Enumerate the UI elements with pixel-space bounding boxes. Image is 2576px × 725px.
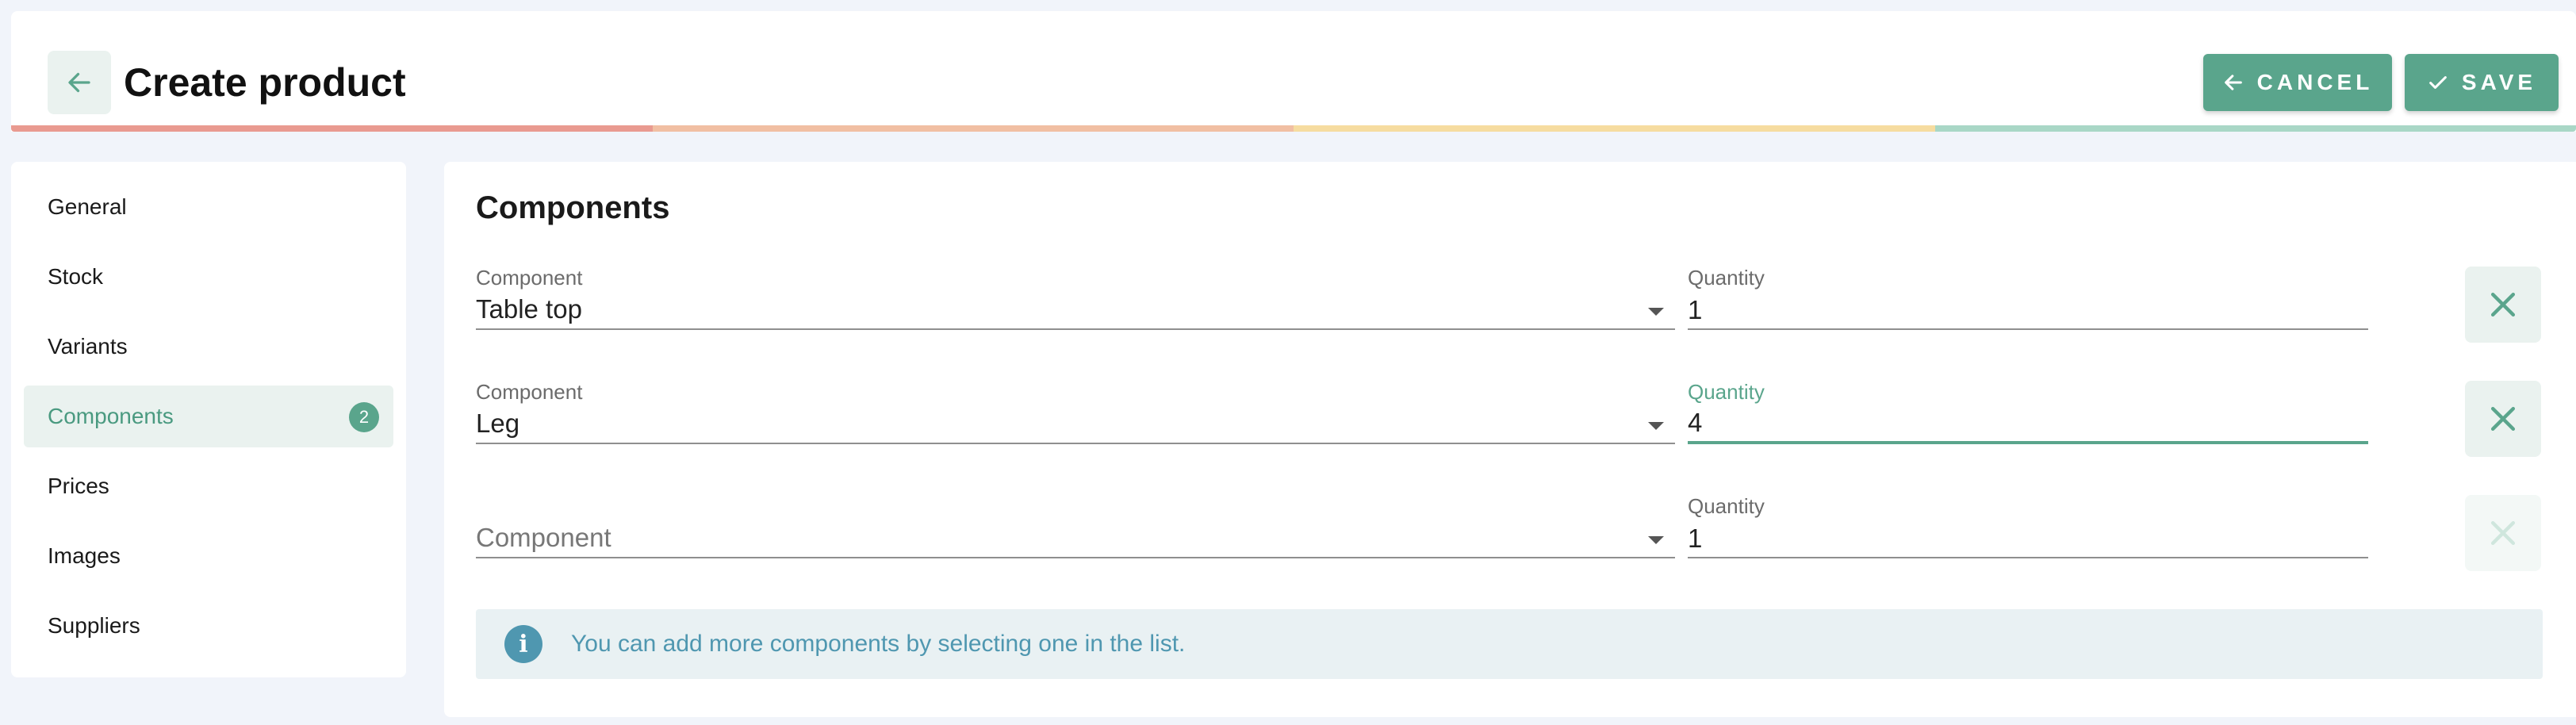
caret-down-icon bbox=[1648, 308, 1664, 316]
info-message: i You can add more components by selecti… bbox=[476, 609, 2543, 679]
component-label: Component bbox=[476, 380, 583, 404]
info-text: You can add more components by selecting… bbox=[571, 631, 1186, 657]
progress-segment bbox=[11, 125, 653, 132]
page-title: Create product bbox=[124, 60, 406, 105]
cancel-button[interactable]: CANCEL bbox=[2203, 54, 2392, 111]
info-icon: i bbox=[504, 625, 542, 663]
check-icon bbox=[2429, 76, 2447, 89]
save-button[interactable]: SAVE bbox=[2405, 54, 2559, 111]
back-button[interactable] bbox=[48, 51, 111, 114]
sidebar-item-label: Stock bbox=[48, 264, 104, 289]
arrow-left-icon bbox=[2224, 75, 2242, 90]
progress-segment bbox=[1934, 125, 2576, 132]
remove-component-button[interactable] bbox=[2465, 495, 2541, 571]
component-placeholder: Component bbox=[476, 523, 611, 552]
close-icon bbox=[2490, 520, 2516, 546]
close-icon bbox=[2490, 292, 2516, 317]
sidebar-item-images[interactable]: Images bbox=[24, 525, 393, 587]
arrow-left-icon bbox=[68, 72, 90, 93]
caret-down-icon bbox=[1648, 422, 1664, 430]
quantity-input[interactable] bbox=[1688, 292, 2368, 330]
cancel-button-label: CANCEL bbox=[2256, 70, 2374, 94]
component-label: Component bbox=[476, 266, 583, 290]
sidebar-item-stock[interactable]: Stock bbox=[24, 246, 393, 308]
quantity-label: Quantity bbox=[1688, 380, 1765, 404]
quantity-input[interactable] bbox=[1688, 520, 2368, 558]
sidebar: General Stock Variants Components 2 Pric… bbox=[11, 162, 406, 677]
quantity-input[interactable] bbox=[1688, 405, 2368, 444]
sidebar-item-prices[interactable]: Prices bbox=[24, 455, 393, 517]
progress-bar bbox=[11, 125, 2576, 132]
count-badge: 2 bbox=[349, 402, 379, 432]
sidebar-item-label: Prices bbox=[48, 474, 109, 498]
component-select[interactable]: Component bbox=[476, 519, 1675, 558]
sidebar-item-general[interactable]: General bbox=[24, 176, 393, 238]
sidebar-item-label: General bbox=[48, 194, 127, 219]
sidebar-item-label: Variants bbox=[48, 334, 128, 359]
remove-component-button[interactable] bbox=[2465, 381, 2541, 457]
component-select[interactable]: Table top bbox=[476, 290, 1675, 330]
sidebar-item-label: Components bbox=[48, 404, 174, 428]
progress-segment bbox=[1294, 125, 1935, 132]
sidebar-item-components[interactable]: Components 2 bbox=[24, 386, 393, 447]
sidebar-item-variants[interactable]: Variants bbox=[24, 316, 393, 378]
components-panel: Components Component Table top Quantity … bbox=[444, 162, 2576, 717]
progress-segment bbox=[652, 125, 1294, 132]
sidebar-item-label: Images bbox=[48, 543, 121, 568]
component-select[interactable]: Leg bbox=[476, 405, 1675, 444]
page-header: Create product CANCEL SAVE bbox=[11, 11, 2576, 132]
close-icon bbox=[2490, 406, 2516, 432]
component-value: Table top bbox=[476, 294, 582, 324]
sidebar-item-label: Suppliers bbox=[48, 613, 140, 638]
caret-down-icon bbox=[1648, 536, 1664, 544]
component-value: Leg bbox=[476, 409, 520, 438]
quantity-label: Quantity bbox=[1688, 494, 1765, 518]
section-title: Components bbox=[476, 190, 670, 225]
save-button-label: SAVE bbox=[2461, 70, 2537, 94]
quantity-label: Quantity bbox=[1688, 266, 1765, 290]
remove-component-button[interactable] bbox=[2465, 267, 2541, 343]
sidebar-item-suppliers[interactable]: Suppliers bbox=[24, 595, 393, 657]
